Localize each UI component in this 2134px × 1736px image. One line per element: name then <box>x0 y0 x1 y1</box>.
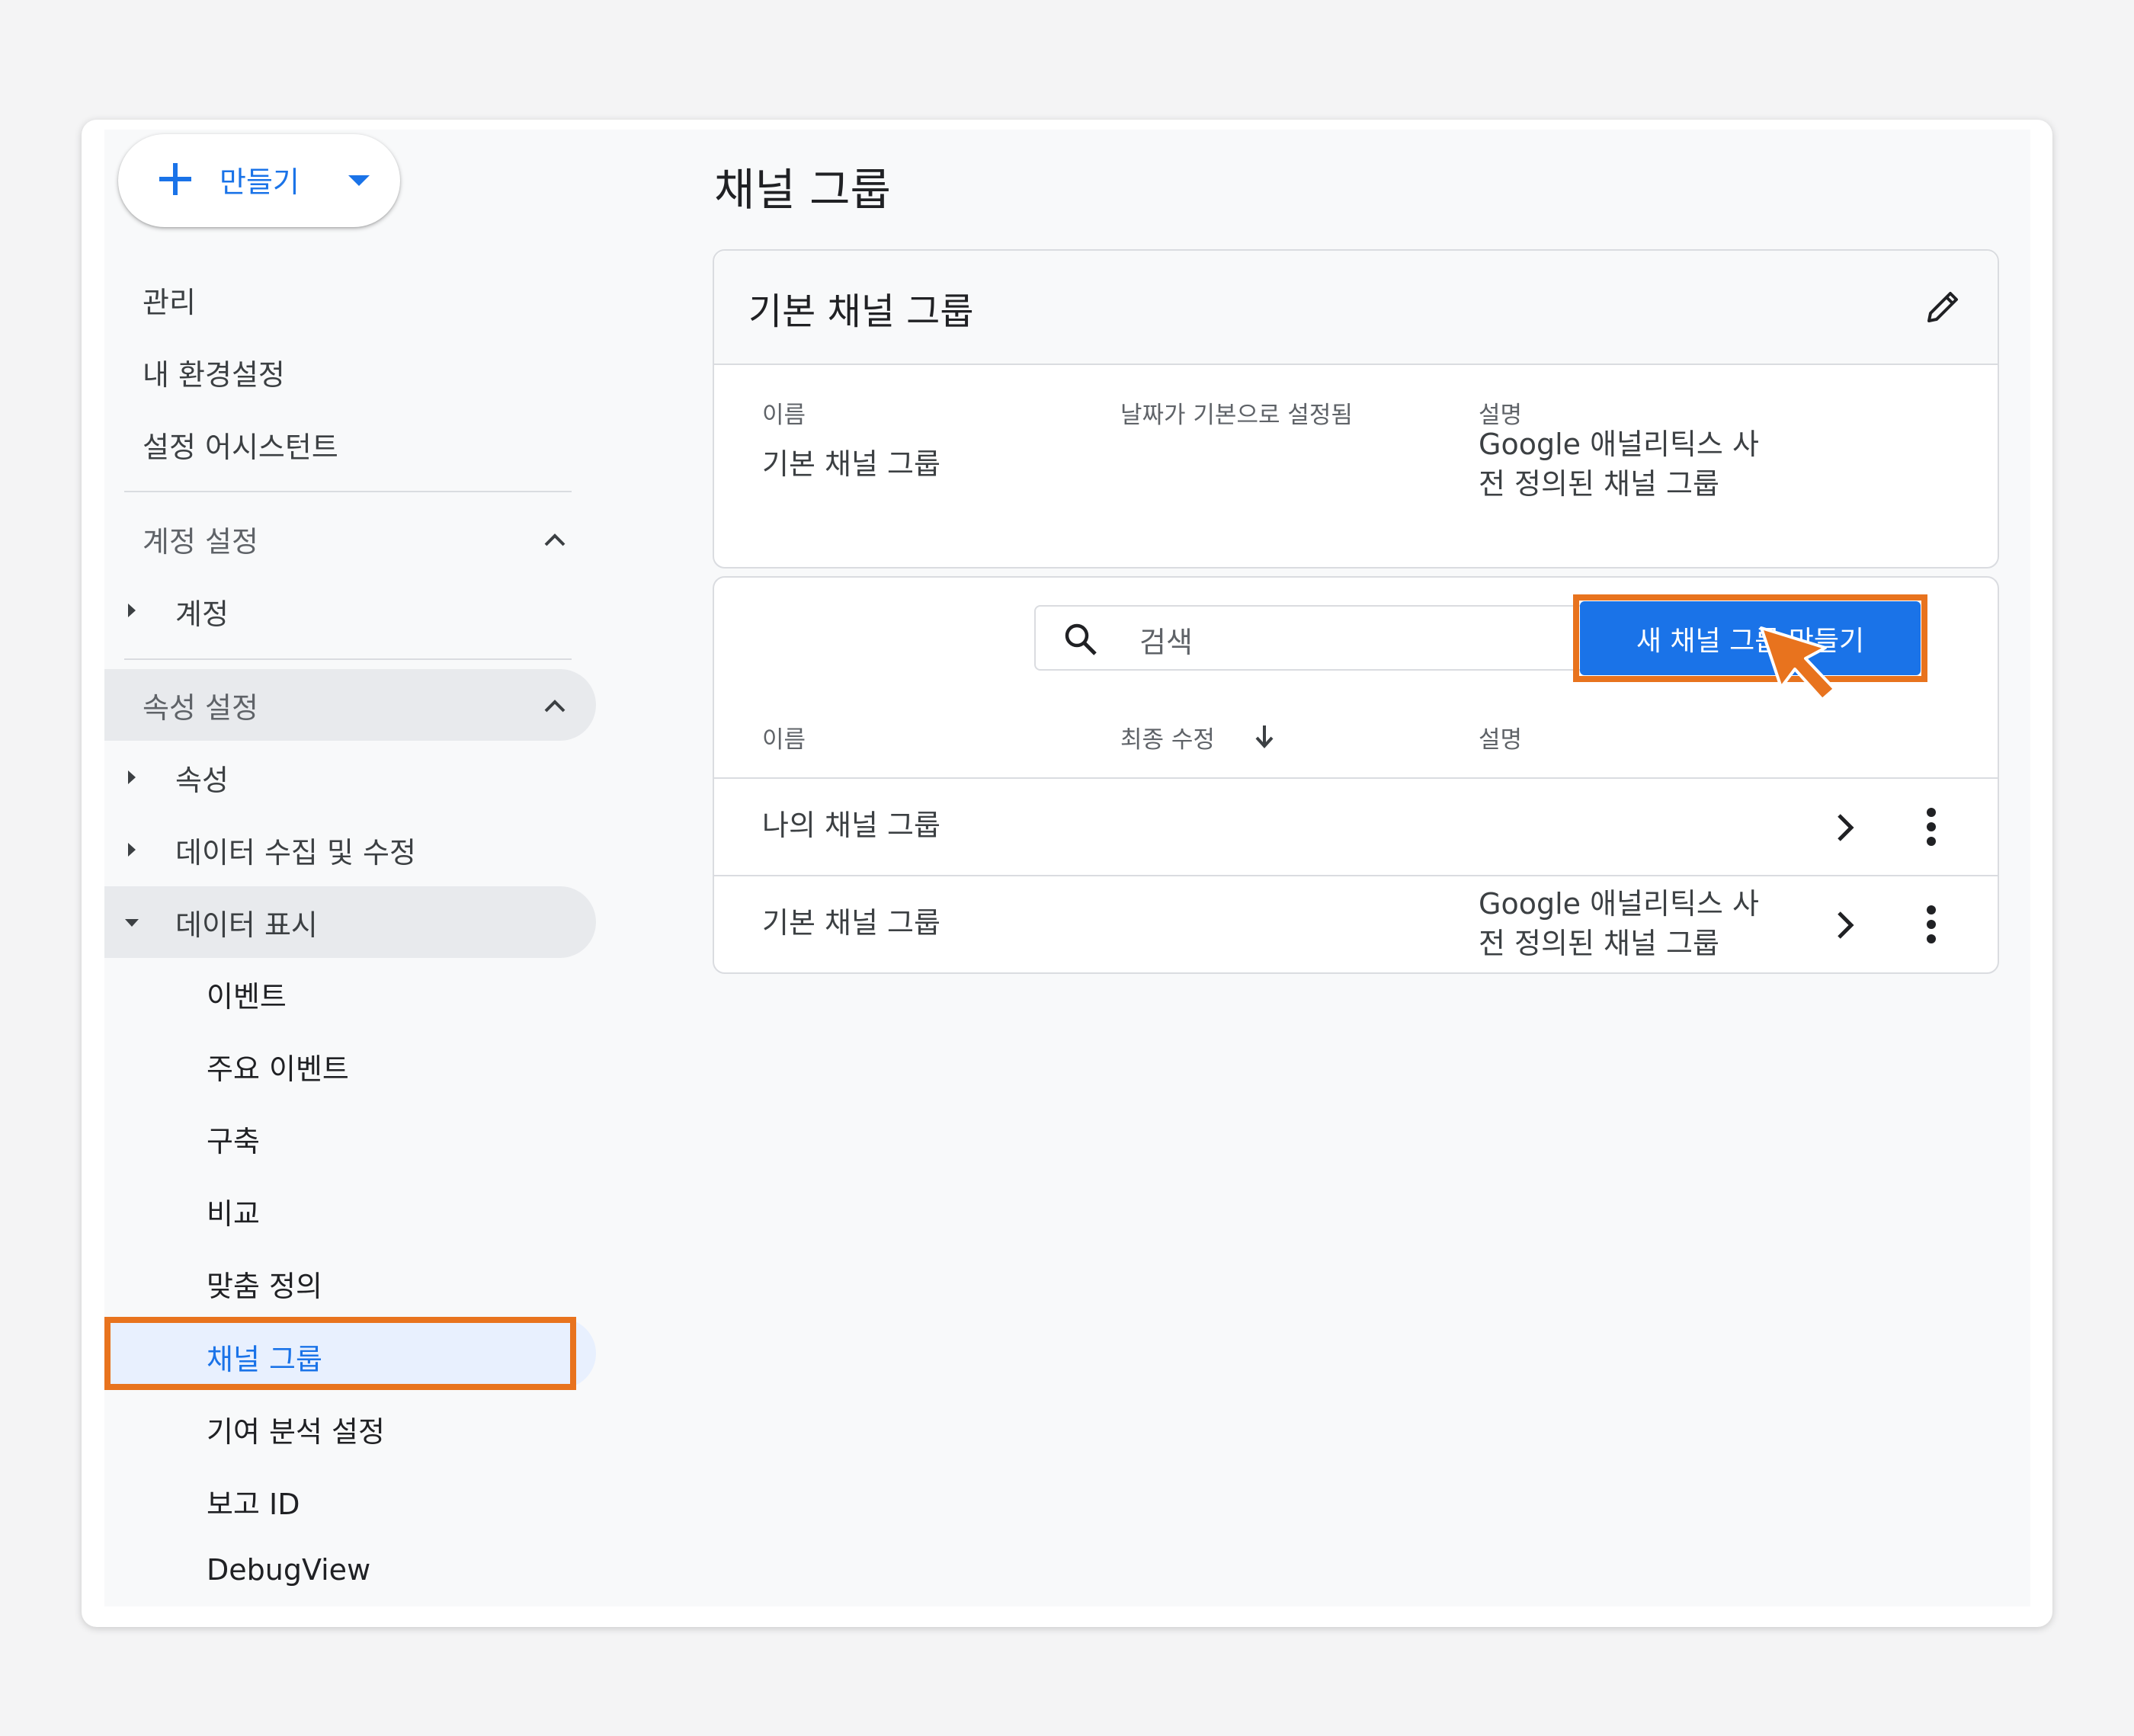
column-header-name: 이름 <box>762 402 806 429</box>
sidebar-item-comparisons[interactable]: 비교 <box>207 1190 260 1232</box>
sidebar-item-data-display[interactable]: 데이터 표시 <box>175 902 318 943</box>
sidebar-item-audiences[interactable]: 구축 <box>207 1118 260 1160</box>
expand-arrow-icon[interactable] <box>128 843 136 857</box>
highlight-box-sidebar <box>104 1317 576 1390</box>
dropdown-caret-icon <box>348 175 370 186</box>
row-name: 기본 채널 그룹 <box>762 447 940 481</box>
plus-icon <box>159 163 191 195</box>
sidebar-item-preferences[interactable]: 내 환경설정 <box>143 351 285 393</box>
sidebar-item-events[interactable]: 이벤트 <box>207 973 287 1015</box>
more-vert-icon[interactable] <box>1927 905 1936 943</box>
column-header-name[interactable]: 이름 <box>762 720 806 754</box>
search-icon <box>1065 623 1097 655</box>
sidebar-item-custom-definitions[interactable]: 맞춤 정의 <box>207 1263 322 1305</box>
sidebar-item-debugview[interactable]: DebugView <box>207 1553 370 1587</box>
sidebar-item-attribution-settings[interactable]: 기여 분석 설정 <box>207 1408 385 1450</box>
row-description-line2: 전 정의된 채널 그룹 <box>1479 467 1719 501</box>
screen: 만들기 관리 내 환경설정 설정 어시스턴트 계정 설정 계정 속성 설정 속성… <box>104 130 2030 1606</box>
sidebar-divider <box>124 658 572 660</box>
highlight-box-create-button <box>1573 594 1927 682</box>
sidebar-divider <box>124 491 572 492</box>
account-settings-section-title[interactable]: 계정 설정 <box>143 518 258 560</box>
more-vert-icon[interactable] <box>1927 808 1936 846</box>
create-button-label: 만들기 <box>219 165 300 199</box>
sidebar-item-reporting-identity[interactable]: 보고 ID <box>207 1481 300 1523</box>
pencil-icon[interactable] <box>1923 287 1963 327</box>
row-description-line1: Google 애널리틱스 사 <box>1479 428 1759 461</box>
expand-arrow-icon[interactable] <box>128 770 136 784</box>
default-channel-group-card: 기본 채널 그룹 이름 날짜가 기본으로 설정됨 설명 기본 채널 그룹 Goo… <box>713 249 1999 569</box>
property-settings-section-title[interactable]: 속성 설정 <box>143 684 258 726</box>
column-header-last-modified[interactable]: 최종 수정 <box>1120 720 1215 754</box>
chevron-up-icon[interactable] <box>543 532 567 547</box>
sidebar-item-admin[interactable]: 관리 <box>143 279 196 321</box>
cursor-arrow-icon <box>1760 626 1836 701</box>
create-button[interactable]: 만들기 <box>118 134 400 227</box>
table-row[interactable]: 기본 채널 그룹 Google 애널리틱스 사 전 정의된 채널 그룹 <box>714 876 1998 972</box>
column-header-description: 설명 <box>1479 726 1523 754</box>
search-placeholder: 검색 <box>1139 626 1193 659</box>
channel-group-list-card: 검색 새 채널 그룹 만들기 이름 최종 수정 설명 나의 채널 그룹 기본 채… <box>713 576 1999 974</box>
row-description-line1: Google 애널리틱스 사 <box>1479 887 1759 921</box>
row-description-line2: 전 정의된 채널 그룹 <box>1479 927 1719 960</box>
sidebar-item-data-collection[interactable]: 데이터 수집 및 수정 <box>175 829 416 871</box>
sidebar-item-setup-assistant[interactable]: 설정 어시스턴트 <box>143 424 338 466</box>
row-name: 나의 채널 그룹 <box>762 809 940 842</box>
chevron-right-icon[interactable] <box>1834 811 1857 844</box>
row-name: 기본 채널 그룹 <box>762 906 940 940</box>
sidebar-item-key-events[interactable]: 주요 이벤트 <box>207 1046 349 1087</box>
sort-arrow-down-icon[interactable] <box>1253 722 1276 750</box>
card-title: 기본 채널 그룹 <box>748 290 974 333</box>
collapse-arrow-icon[interactable] <box>125 919 139 927</box>
column-header-default-date: 날짜가 기본으로 설정됨 <box>1120 402 1353 429</box>
page-title: 채널 그룹 <box>714 164 891 216</box>
expand-arrow-icon[interactable] <box>128 604 136 617</box>
search-input[interactable]: 검색 <box>1034 605 1589 671</box>
sidebar-item-property[interactable]: 속성 <box>175 757 229 799</box>
chevron-up-icon[interactable] <box>543 698 567 713</box>
chevron-right-icon[interactable] <box>1834 908 1857 942</box>
table-row[interactable]: 나의 채널 그룹 <box>714 779 1998 875</box>
sidebar-item-account[interactable]: 계정 <box>175 591 229 633</box>
